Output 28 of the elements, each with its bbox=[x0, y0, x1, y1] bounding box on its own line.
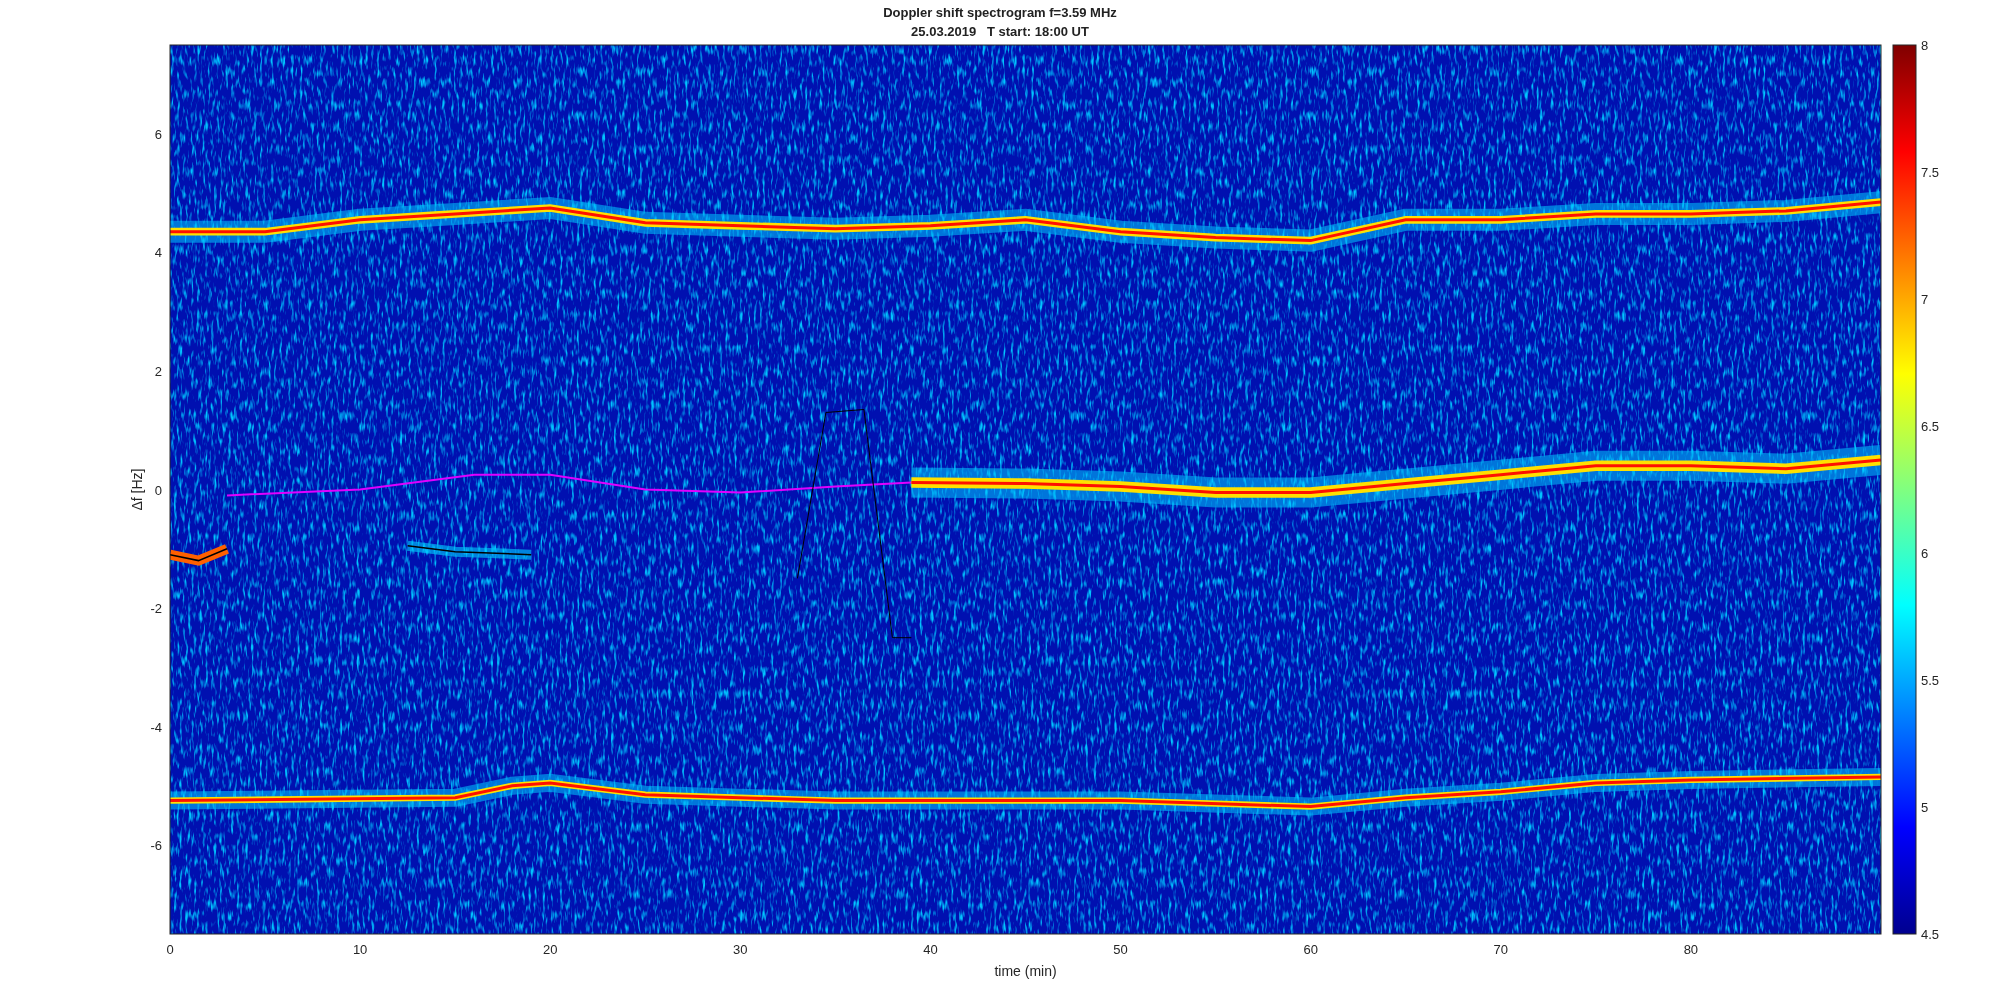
x-tick-label: 20 bbox=[543, 942, 558, 957]
colorbar-tick-label: 5.5 bbox=[1921, 673, 1940, 688]
x-tick-label: 0 bbox=[166, 942, 174, 957]
colorbar-tick-label: 7.5 bbox=[1921, 165, 1940, 180]
y-tick-label: -4 bbox=[150, 719, 162, 735]
colorbar-tick-label: 8 bbox=[1921, 38, 1929, 53]
y-tick-label: -2 bbox=[150, 601, 162, 617]
colorbar-tick-label: 7 bbox=[1921, 292, 1929, 307]
x-tick-label: 80 bbox=[1683, 942, 1699, 957]
x-tick-label: 60 bbox=[1303, 942, 1318, 957]
x-tick-label: 50 bbox=[1113, 942, 1128, 957]
y-tick-label: 6 bbox=[154, 126, 162, 142]
y-tick-label: 0 bbox=[154, 482, 162, 498]
colorbar-tick-label: 5 bbox=[1921, 800, 1929, 815]
x-tick-label: 30 bbox=[733, 942, 748, 957]
x-tick-label: 10 bbox=[352, 942, 368, 957]
x-axis-label: time (min) bbox=[994, 963, 1057, 979]
y-tick-label: -6 bbox=[150, 838, 162, 854]
y-tick-label: 2 bbox=[154, 363, 162, 379]
chart-subtitle: 25.03.2019 T start: 18:00 UT bbox=[911, 24, 1089, 39]
colorbar-tick-label: 6.5 bbox=[1921, 419, 1940, 434]
colorbar-tick-label: 6 bbox=[1921, 546, 1929, 561]
colorbar-tick-label: 4.5 bbox=[1921, 927, 1940, 942]
y-axis-label: Δf [Hz] bbox=[129, 468, 145, 511]
x-tick-label: 40 bbox=[923, 942, 938, 957]
y-tick-label: 4 bbox=[154, 245, 162, 261]
chart-title: Doppler shift spectrogram f=3.59 MHz bbox=[883, 5, 1117, 20]
x-tick-label: 70 bbox=[1493, 942, 1508, 957]
